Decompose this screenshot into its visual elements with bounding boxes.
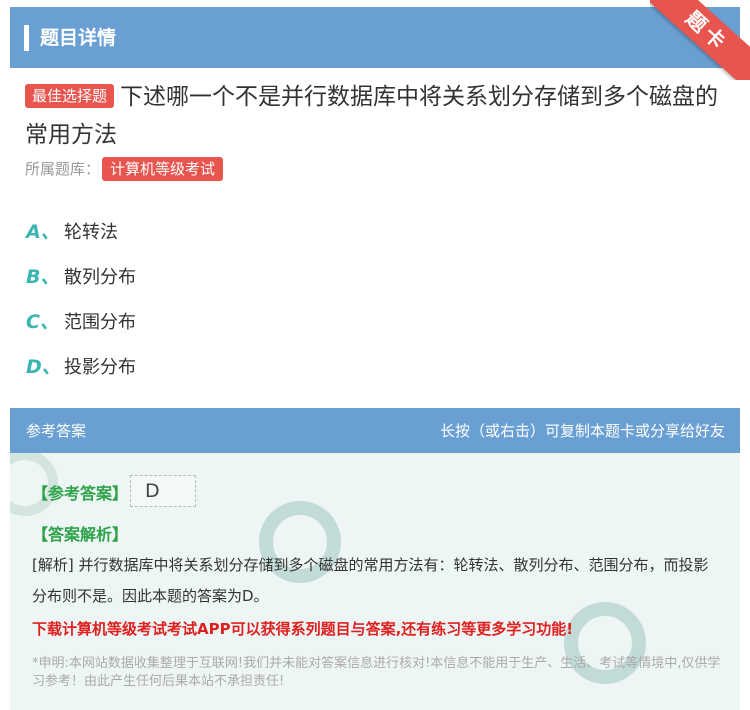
option-letter: B、	[26, 266, 60, 288]
option-letter: D、	[26, 356, 61, 378]
page-header: 题目详情	[10, 7, 740, 68]
share-hint[interactable]: 长按（或右击）可复制本题卡或分享给好友	[440, 420, 725, 441]
option-b[interactable]: B、 散列分布	[26, 253, 136, 298]
app-download-link[interactable]: 下载计算机等级考试考试APP可以获得系列题目与答案,还有练习等更多学习功能!	[32, 618, 573, 639]
option-c[interactable]: C、 范围分布	[26, 298, 136, 343]
option-text: 投影分布	[64, 356, 136, 378]
answer-panel: 参考答案 长按（或右击）可复制本题卡或分享给好友 【参考答案】 D 【答案解析】…	[10, 408, 740, 710]
disclaimer-text: *申明:本网站数据收集整理于互联网!我们并未能对答案信息进行核对!本信息不能用于…	[32, 656, 721, 689]
ribbon-label: 题卡	[681, 6, 733, 56]
header-accent-bar	[24, 25, 29, 51]
answer-value: D	[130, 475, 196, 507]
analysis-label: 【答案解析】	[32, 525, 129, 544]
question-text: 最佳选择题 下述哪一个不是并行数据库中将关系划分存储到多个磁盘的常用方法	[25, 78, 725, 154]
question-stem: 下述哪一个不是并行数据库中将关系划分存储到多个磁盘的常用方法	[25, 84, 719, 148]
page-title: 题目详情	[40, 27, 117, 49]
question-bank-badge[interactable]: 计算机等级考试	[102, 157, 224, 181]
option-list: A、 轮转法 B、 散列分布 C、 范围分布 D、 投影分布	[26, 208, 136, 388]
analysis-text: [解析] 并行数据库中将关系划分存储到多个磁盘的常用方法有：轮转法、散列分布、范…	[32, 556, 709, 605]
option-text: 轮转法	[64, 221, 118, 243]
option-text: 范围分布	[64, 311, 136, 333]
question-bank: 所属题库： 计算机等级考试	[25, 157, 224, 181]
question-card-ribbon: 题卡	[650, 0, 750, 80]
option-letter: C、	[26, 311, 59, 333]
answer-label: 【参考答案】	[32, 484, 129, 503]
option-a[interactable]: A、 轮转法	[26, 208, 136, 253]
answer-panel-header: 参考答案 长按（或右击）可复制本题卡或分享给好友	[10, 408, 740, 453]
question-type-badge: 最佳选择题	[25, 84, 115, 108]
option-letter: A、	[26, 221, 60, 243]
question-bank-label: 所属题库：	[25, 160, 101, 178]
answer-panel-title: 参考答案	[26, 422, 87, 440]
option-text: 散列分布	[64, 266, 136, 288]
option-d[interactable]: D、 投影分布	[26, 343, 136, 388]
